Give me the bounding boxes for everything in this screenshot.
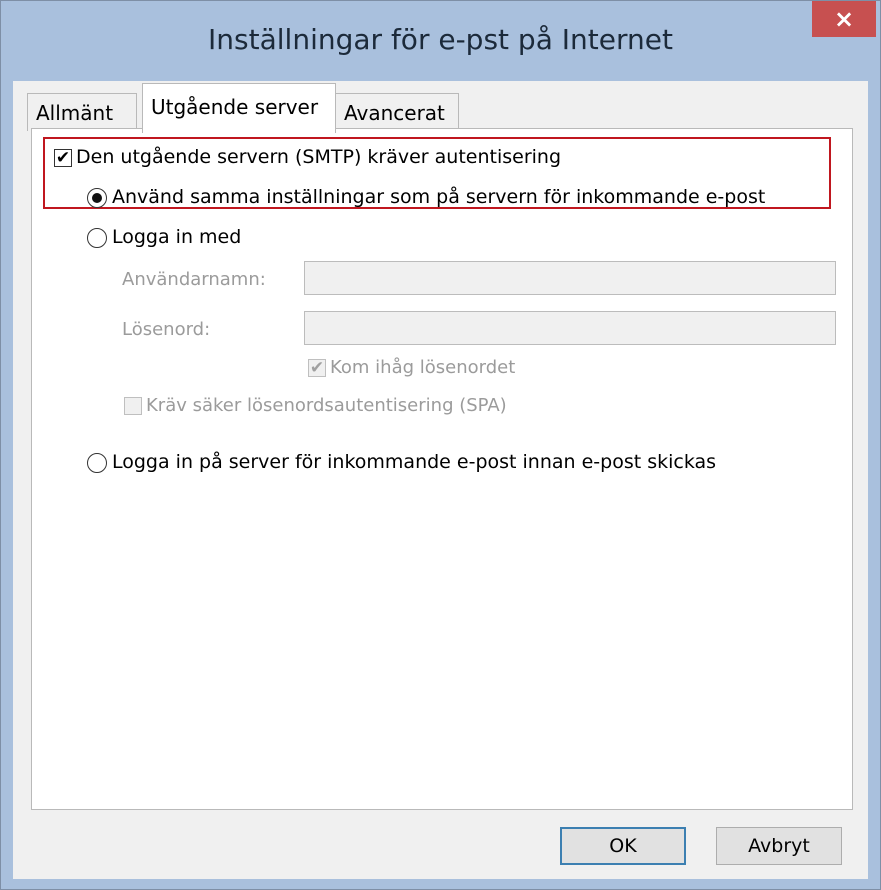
spa-label: Kräv säker lösenordsautentisering (SPA) (146, 395, 507, 416)
password-label: Lösenord: (122, 319, 211, 340)
tab-strip: Allmänt Utgående server Avancerat (13, 81, 868, 133)
same-settings-label: Använd samma inställningar som på server… (112, 186, 766, 208)
require-auth-option[interactable]: ✔ Den utgående servern (SMTP) kräver aute… (54, 146, 561, 168)
cancel-button[interactable]: Avbryt (716, 827, 842, 865)
login-with-option[interactable]: Logga in med (87, 226, 241, 248)
remember-password-checkbox[interactable]: ✔ (308, 359, 326, 377)
tab-utgaende-server[interactable]: Utgående server (142, 83, 336, 133)
require-auth-checkbox[interactable]: ✔ (54, 148, 72, 167)
login-with-radio[interactable] (87, 227, 107, 248)
require-auth-label: Den utgående servern (SMTP) kräver auten… (76, 146, 562, 168)
close-button[interactable]: × (812, 1, 876, 37)
spa-checkbox[interactable] (124, 397, 142, 415)
ok-button[interactable]: OK (560, 827, 686, 865)
title-bar[interactable]: Inställningar för e-pst på Internet × (1, 1, 880, 81)
password-field[interactable] (304, 311, 836, 345)
window-title: Inställningar för e-pst på Internet (208, 23, 673, 56)
remember-password-option[interactable]: ✔ Kom ihåg lösenordet (308, 357, 515, 378)
login-incoming-option[interactable]: Logga in på server för inkommande e-post… (87, 451, 716, 473)
remember-password-label: Kom ihåg lösenordet (330, 357, 516, 378)
same-settings-option[interactable]: Använd samma inställningar som på server… (87, 186, 765, 208)
tab-panel-utgaende-server: ✔ Den utgående servern (SMTP) kräver aute… (31, 128, 853, 810)
radio-selected-dot (92, 192, 102, 203)
dialog-client: Allmänt Utgående server Avancerat ✔ Den u… (13, 81, 868, 879)
tab-allmant[interactable]: Allmänt (27, 93, 137, 131)
username-label: Användarnamn: (122, 269, 266, 290)
spa-option[interactable]: Kräv säker lösenordsautentisering (SPA) (124, 395, 507, 416)
login-with-label: Logga in med (112, 226, 242, 248)
close-icon: × (833, 5, 855, 33)
login-incoming-radio[interactable] (87, 452, 107, 473)
same-settings-radio[interactable] (87, 187, 107, 208)
login-incoming-label: Logga in på server för inkommande e-post… (112, 451, 717, 473)
dialog-window: Inställningar för e-pst på Internet × Al… (0, 0, 881, 890)
tab-avancerat[interactable]: Avancerat (335, 93, 459, 131)
username-field[interactable] (304, 261, 836, 295)
